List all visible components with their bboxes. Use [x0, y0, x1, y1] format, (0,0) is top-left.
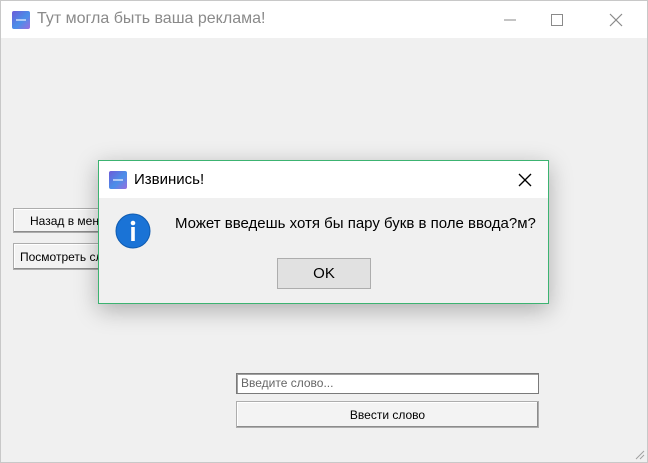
info-icon [115, 213, 151, 249]
dialog-app-icon [109, 171, 127, 189]
close-icon [609, 13, 623, 26]
dialog-close-button[interactable] [502, 161, 548, 198]
submit-word-button[interactable]: Ввести слово [236, 401, 539, 428]
main-titlebar[interactable]: Тут могла быть ваша реклама! [1, 1, 647, 38]
dialog-titlebar[interactable]: Извинись! [99, 161, 548, 198]
app-icon [12, 11, 30, 29]
maximize-button[interactable] [534, 1, 580, 38]
minimize-button[interactable] [487, 1, 533, 38]
maximize-icon [551, 13, 563, 26]
message-dialog: Извинись! Может введешь хотя бы пару бук… [98, 160, 549, 304]
ok-button[interactable]: OK [277, 258, 371, 289]
window-title: Тут могла быть ваша реклама! [37, 10, 266, 27]
close-icon [518, 173, 532, 186]
dialog-message: Может введешь хотя бы пару букв в поле в… [175, 215, 536, 232]
minimize-icon [504, 19, 516, 20]
close-button[interactable] [593, 1, 639, 38]
resize-grip-icon[interactable] [633, 448, 645, 460]
dialog-title: Извинись! [134, 171, 205, 188]
word-input[interactable]: Введите слово... [236, 373, 539, 394]
